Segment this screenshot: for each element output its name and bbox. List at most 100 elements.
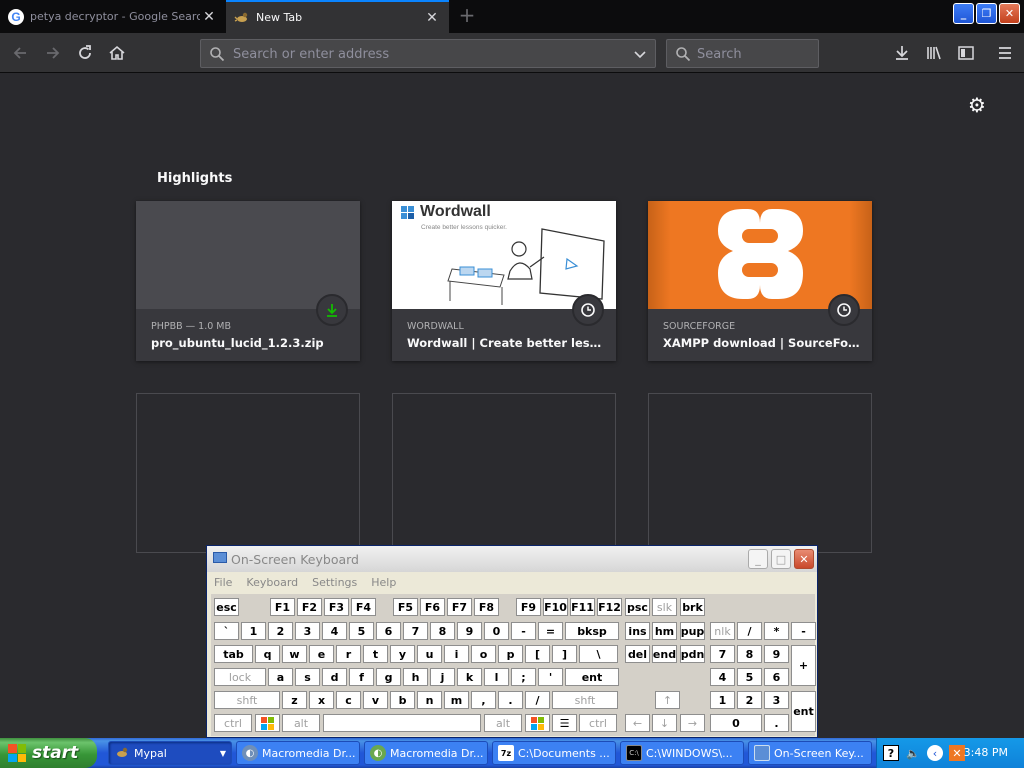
key--[interactable]: -: [791, 622, 816, 640]
key-esc[interactable]: esc: [214, 598, 239, 616]
menu-file[interactable]: File: [214, 576, 232, 589]
key-3[interactable]: 3: [764, 691, 789, 709]
key-5[interactable]: 5: [349, 622, 374, 640]
start-button[interactable]: start: [0, 738, 97, 768]
close-tab-icon[interactable]: ✕: [423, 10, 441, 26]
taskbar-item-dreamweaver[interactable]: ◐ Macromedia Dr...: [236, 741, 360, 765]
close-window-icon[interactable]: ✕: [999, 3, 1020, 24]
key-5[interactable]: 5: [737, 668, 762, 686]
menu-key-icon[interactable]: ☰: [552, 714, 577, 732]
key-a[interactable]: a: [268, 668, 293, 686]
key-4[interactable]: 4: [322, 622, 347, 640]
back-arrow-icon[interactable]: [8, 41, 32, 65]
key-F11[interactable]: F11: [570, 598, 595, 616]
maximize-icon[interactable]: □: [771, 549, 791, 569]
key-k[interactable]: k: [457, 668, 482, 686]
key-F8[interactable]: F8: [474, 598, 499, 616]
key-F4[interactable]: F4: [351, 598, 376, 616]
key-end[interactable]: end: [652, 645, 677, 663]
key-psc[interactable]: psc: [625, 598, 650, 616]
key-9[interactable]: 9: [457, 622, 482, 640]
key-7[interactable]: 7: [403, 622, 428, 640]
key-[[interactable]: [: [525, 645, 550, 663]
close-tab-icon[interactable]: ✕: [200, 9, 218, 25]
volume-icon[interactable]: 🔈: [905, 745, 921, 761]
highlight-card-wordwall[interactable]: Wordwall Create better lessons quicker. …: [392, 201, 616, 361]
key-,[interactable]: ,: [471, 691, 496, 709]
key-F2[interactable]: F2: [297, 598, 322, 616]
sidebar-icon[interactable]: [954, 41, 978, 65]
key-F9[interactable]: F9: [516, 598, 541, 616]
library-icon[interactable]: [922, 41, 946, 65]
key-u[interactable]: u: [417, 645, 442, 663]
key-F10[interactable]: F10: [543, 598, 568, 616]
key-1[interactable]: 1: [710, 691, 735, 709]
key-l[interactable]: l: [484, 668, 509, 686]
key-\[interactable]: \: [579, 645, 618, 663]
arrow-left-icon[interactable]: ←: [625, 714, 650, 732]
reload-icon[interactable]: [73, 41, 97, 65]
key-F3[interactable]: F3: [324, 598, 349, 616]
menu-settings[interactable]: Settings: [312, 576, 357, 589]
arrow-down-icon[interactable]: ↓: [652, 714, 677, 732]
key-tab[interactable]: tab: [214, 645, 253, 663]
address-bar[interactable]: [200, 39, 656, 68]
taskbar-item-cmd[interactable]: C:\ C:\WINDOWS\...: [620, 741, 744, 765]
key-ctrl-right[interactable]: ctrl: [579, 714, 617, 732]
key-F7[interactable]: F7: [447, 598, 472, 616]
gear-icon[interactable]: ⚙: [966, 93, 988, 117]
key-+[interactable]: +: [791, 645, 816, 686]
key-space[interactable]: [323, 714, 481, 732]
key-t[interactable]: t: [363, 645, 388, 663]
key-'[interactable]: ': [538, 668, 563, 686]
windows-key-icon[interactable]: [525, 714, 550, 732]
key-1[interactable]: 1: [241, 622, 266, 640]
key-numpad-0[interactable]: 0: [710, 714, 762, 732]
key-pdn[interactable]: pdn: [680, 645, 705, 663]
key-ent[interactable]: ent: [791, 691, 816, 732]
key-2[interactable]: 2: [268, 622, 293, 640]
key-numpad-dot[interactable]: .: [764, 714, 789, 732]
chevron-left-icon[interactable]: ‹: [927, 745, 943, 761]
key-bksp[interactable]: bksp: [565, 622, 619, 640]
key-9[interactable]: 9: [764, 645, 789, 663]
hamburger-menu-icon[interactable]: [993, 41, 1017, 65]
taskbar-item-7zip[interactable]: 7z C:\Documents ...: [492, 741, 616, 765]
tab-new-tab[interactable]: New Tab ✕: [226, 0, 449, 33]
key-ctrl-left[interactable]: ctrl: [214, 714, 252, 732]
highlight-card-phpbb[interactable]: PHPBB — 1.0 MB pro_ubuntu_lucid_1.2.3.zi…: [136, 201, 360, 361]
key-*[interactable]: *: [764, 622, 789, 640]
key-][interactable]: ]: [552, 645, 577, 663]
search-input[interactable]: [697, 45, 807, 63]
key-hm[interactable]: hm: [652, 622, 677, 640]
osk-title-bar[interactable]: On-Screen Keyboard _ □ ✕: [207, 546, 817, 572]
minimize-icon[interactable]: _: [953, 3, 974, 24]
minimize-icon[interactable]: _: [748, 549, 768, 569]
key-o[interactable]: o: [471, 645, 496, 663]
key-2[interactable]: 2: [737, 691, 762, 709]
key-w[interactable]: w: [282, 645, 307, 663]
key-e[interactable]: e: [309, 645, 334, 663]
menu-keyboard[interactable]: Keyboard: [246, 576, 298, 589]
windows-key-icon[interactable]: [255, 714, 280, 732]
key-y[interactable]: y: [390, 645, 415, 663]
key-8[interactable]: 8: [737, 645, 762, 663]
key-8[interactable]: 8: [430, 622, 455, 640]
key-ent[interactable]: ent: [565, 668, 619, 686]
arrow-right-icon[interactable]: →: [680, 714, 705, 732]
key-nlk[interactable]: nlk: [710, 622, 735, 640]
key-v[interactable]: v: [363, 691, 388, 709]
key-m[interactable]: m: [444, 691, 469, 709]
key-7[interactable]: 7: [710, 645, 735, 663]
help-icon[interactable]: ?: [883, 745, 899, 761]
taskbar-item-osk[interactable]: On-Screen Key...: [748, 741, 872, 765]
key-d[interactable]: d: [322, 668, 347, 686]
key-shft[interactable]: shft: [552, 691, 618, 709]
chevron-down-icon[interactable]: [633, 47, 647, 61]
key-ins[interactable]: ins: [625, 622, 650, 640]
key-h[interactable]: h: [403, 668, 428, 686]
key-.[interactable]: .: [498, 691, 523, 709]
key-j[interactable]: j: [430, 668, 455, 686]
key-slk[interactable]: slk: [652, 598, 677, 616]
key-6[interactable]: 6: [764, 668, 789, 686]
